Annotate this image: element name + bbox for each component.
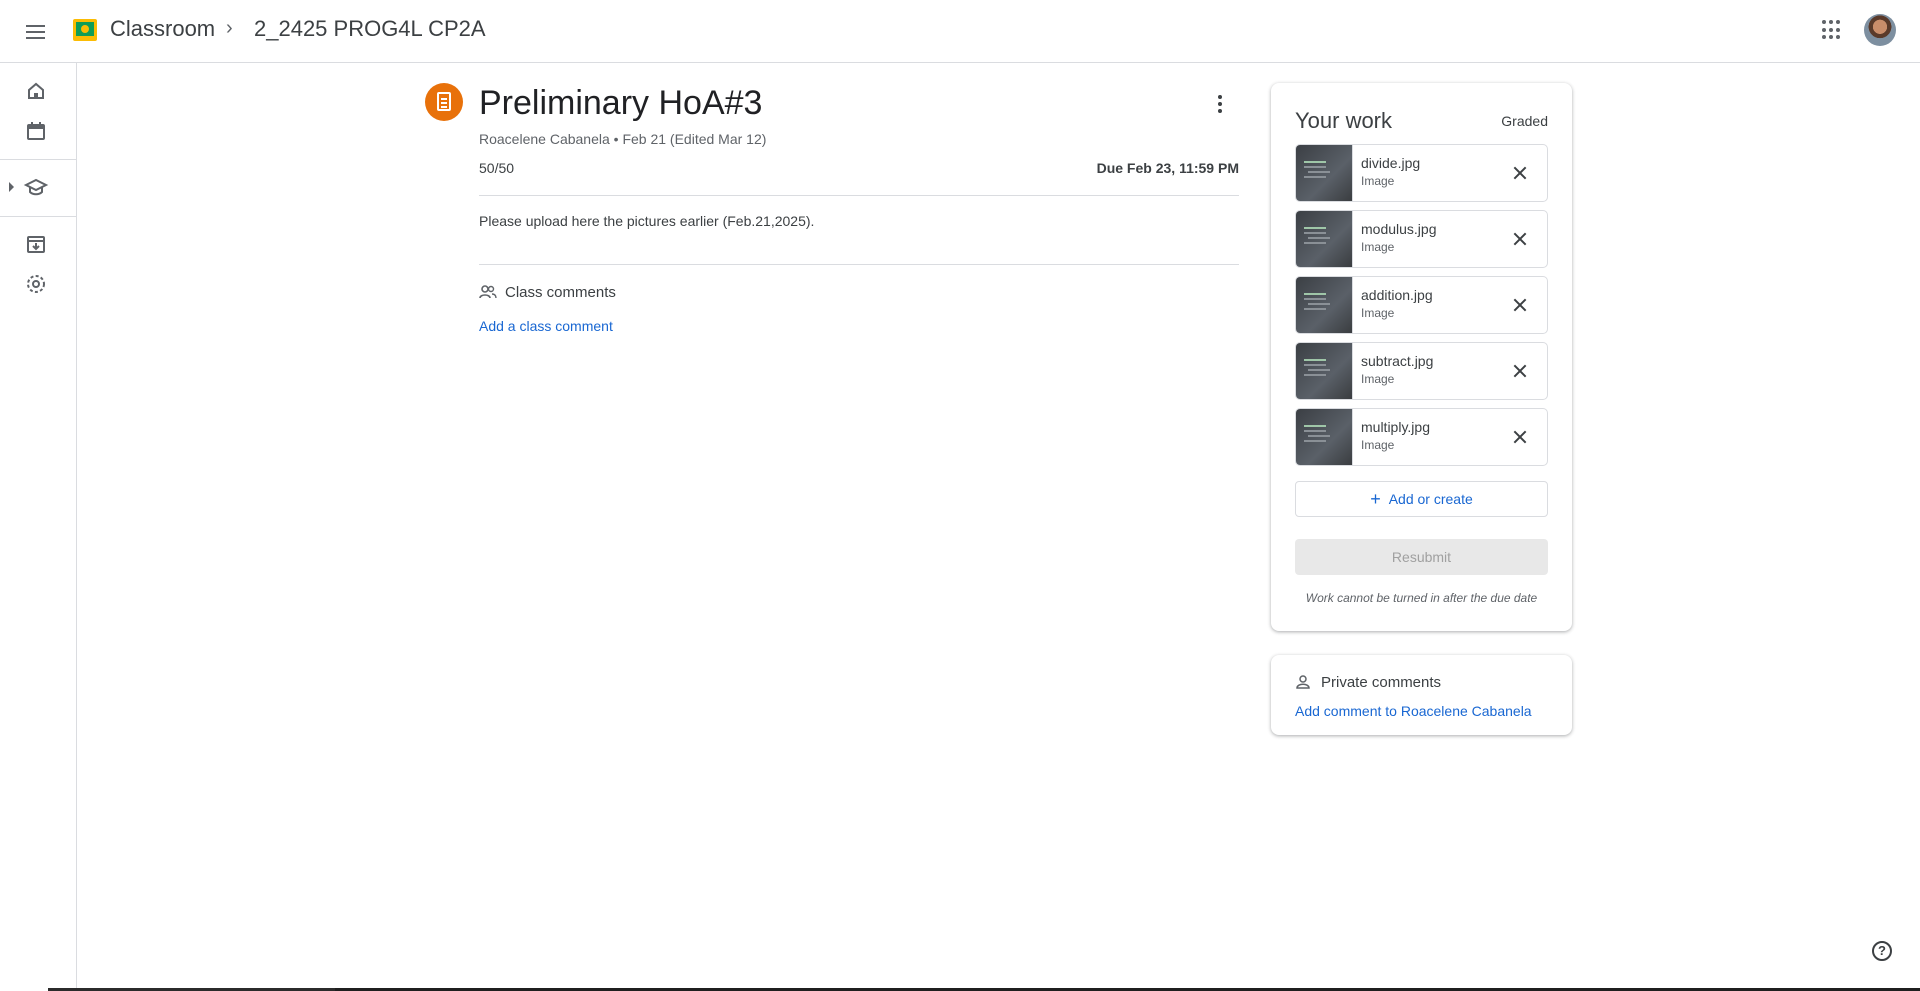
breadcrumb-class-name[interactable]: 2_2425 PROG4L CP2A — [254, 16, 486, 42]
settings-icon[interactable] — [22, 270, 50, 298]
private-comments-card: Private comments Add comment to Roacelen… — [1271, 655, 1572, 735]
divider — [479, 195, 1239, 196]
top-app-bar: Classroom › 2_2425 PROG4L CP2A — [0, 0, 1920, 63]
menu-icon[interactable] — [22, 18, 50, 46]
assignment-icon — [425, 83, 463, 121]
due-date: Due Feb 23, 11:59 PM — [1096, 160, 1239, 176]
attachment-type: Image — [1361, 240, 1395, 254]
avatar[interactable] — [1864, 14, 1896, 46]
your-work-title: Your work — [1295, 108, 1393, 133]
late-notice: Work cannot be turned in after the due d… — [1305, 591, 1538, 605]
apps-grid-icon[interactable] — [1822, 20, 1842, 40]
close-icon[interactable] — [1506, 423, 1534, 451]
attachment-name: multiply.jpg — [1361, 419, 1430, 435]
classroom-logo[interactable] — [73, 19, 97, 41]
image-thumbnail — [1296, 145, 1353, 201]
calendar-icon[interactable] — [22, 117, 50, 145]
attachment-item[interactable]: modulus.jpg Image — [1295, 210, 1548, 268]
assignment-description: Please upload here the pictures earlier … — [479, 213, 815, 229]
image-thumbnail — [1296, 277, 1353, 333]
people-icon — [479, 284, 497, 300]
add-or-create-label: Add or create — [1388, 491, 1473, 507]
close-icon[interactable] — [1506, 225, 1534, 253]
rail-divider — [0, 159, 76, 160]
attachment-name: divide.jpg — [1361, 155, 1421, 171]
image-thumbnail — [1296, 409, 1353, 465]
image-thumbnail — [1296, 343, 1353, 399]
attachment-name: subtract.jpg — [1361, 353, 1434, 369]
attachment-item[interactable]: multiply.jpg Image — [1295, 408, 1548, 466]
attachment-type: Image — [1361, 438, 1395, 452]
more-options-icon[interactable] — [1210, 92, 1230, 118]
attachment-type: Image — [1361, 372, 1395, 386]
attachment-item[interactable]: addition.jpg Image — [1295, 276, 1548, 334]
class-comments-label: Class comments — [505, 284, 616, 301]
resubmit-button[interactable]: Resubmit — [1295, 539, 1548, 575]
status-badge: Graded — [1501, 113, 1548, 129]
add-private-comment-link[interactable]: Add comment to Roacelene Cabanela — [1295, 703, 1532, 719]
person-icon — [1295, 674, 1311, 690]
divider — [479, 264, 1239, 265]
expand-caret-icon[interactable] — [9, 182, 14, 192]
close-icon[interactable] — [1506, 357, 1534, 385]
enrolled-icon[interactable] — [22, 173, 50, 201]
image-thumbnail — [1296, 211, 1353, 267]
archived-icon[interactable] — [22, 230, 50, 258]
attachment-type: Image — [1361, 306, 1395, 320]
attachment-name: addition.jpg — [1361, 287, 1433, 303]
attachment-item[interactable]: subtract.jpg Image — [1295, 342, 1548, 400]
breadcrumb-app-name[interactable]: Classroom — [110, 16, 215, 42]
add-or-create-button[interactable]: + Add or create — [1295, 481, 1548, 517]
assignment-title: Preliminary HoA#3 — [479, 84, 763, 122]
attachment-name: modulus.jpg — [1361, 221, 1437, 237]
assignment-meta: Roacelene Cabanela • Feb 21 (Edited Mar … — [479, 131, 767, 147]
attachment-item[interactable]: divide.jpg Image — [1295, 144, 1548, 202]
close-icon[interactable] — [1506, 159, 1534, 187]
rail-divider — [0, 216, 76, 217]
chevron-right-icon: › — [226, 17, 233, 39]
close-icon[interactable] — [1506, 291, 1534, 319]
navigation-rail — [0, 63, 77, 991]
home-icon[interactable] — [22, 77, 50, 105]
assignment-points: 50/50 — [479, 160, 515, 176]
private-comments-label: Private comments — [1321, 674, 1442, 691]
plus-icon: + — [1370, 489, 1381, 509]
help-icon[interactable]: ? — [1872, 941, 1892, 961]
add-class-comment-link[interactable]: Add a class comment — [479, 318, 613, 334]
your-work-card: Your work Graded divide.jpg Image modulu… — [1271, 83, 1572, 631]
attachment-type: Image — [1361, 174, 1395, 188]
